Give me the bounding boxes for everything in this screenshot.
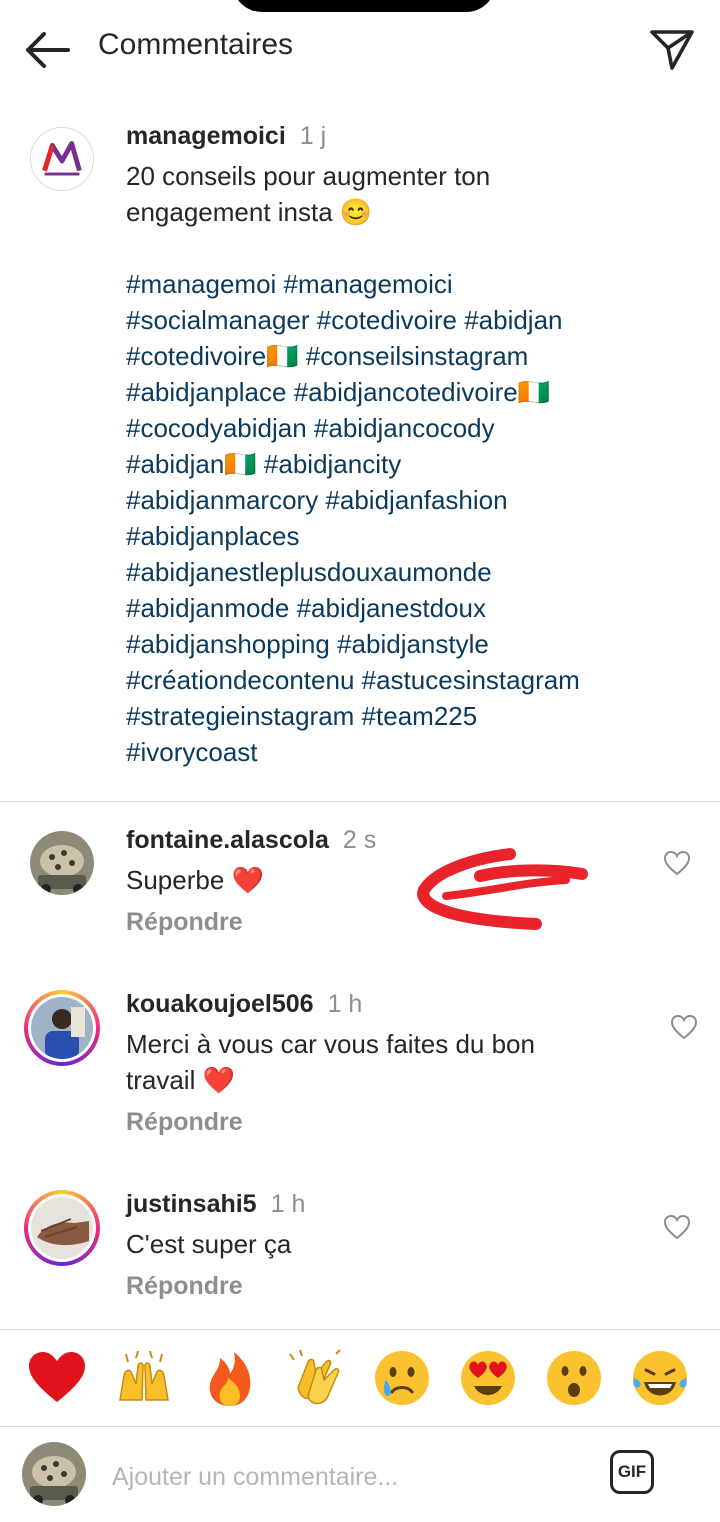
red-arrow-annotation [417,848,588,930]
hashtag-line[interactable]: #cocodyabidjan #abidjancocody [126,410,696,446]
gif-button[interactable]: GIF [610,1450,654,1494]
hashtag-list: #managemoi #managemoici #socialmanager #… [126,266,696,770]
hashtag-line[interactable]: #abidjanplace #abidjancotedivoire🇨🇮 [126,374,696,410]
post-text-line: 20 conseils pour augmenter ton [126,161,491,191]
hashtag-line[interactable]: #managemoi #managemoici [126,266,696,302]
hashtag-line[interactable]: #abidjanmode #abidjanestdoux [126,590,696,626]
heart-emoji[interactable] [27,1348,87,1408]
reply-button[interactable]: Répondre [126,1108,243,1137]
reply-button[interactable]: Répondre [126,908,243,937]
post-text-line: engagement insta 😊 [126,197,373,227]
hashtag-line[interactable]: #abidjanmarcory #abidjanfashion [126,482,696,518]
page-title: Commentaires [98,28,294,61]
comment-time: 2 s [342,826,377,854]
comment-text: C'est super ça [126,1229,292,1259]
clapping-hands-emoji[interactable] [286,1348,346,1408]
comment-text-line: Merci à vous car vous faites du bon [126,1029,535,1059]
top-bar: Commentaires [0,0,720,100]
comment-time: 1 h [270,1190,306,1218]
post-author-avatar[interactable] [30,127,94,191]
hashtag-line[interactable]: #créationdecontenu #astucesinstagram [126,662,696,698]
fire-emoji[interactable] [200,1348,260,1408]
raising-hands-emoji[interactable] [114,1348,174,1408]
managemoi-logo [31,128,93,190]
send-icon[interactable] [648,26,696,72]
comment-username[interactable]: justinsahi5 [126,1190,257,1218]
comment-item: fontaine.alascola 2 s Superbe ❤️ Répondre [0,826,720,956]
surprised-face-emoji[interactable] [544,1348,604,1408]
comment-composer: GIF [0,1426,720,1522]
like-heart-icon[interactable] [670,1014,698,1040]
hashtag-line[interactable]: #ivorycoast [126,734,696,770]
comment-username[interactable]: kouakoujoel506 [126,990,314,1018]
comment-header: kouakoujoel506 1 h [126,990,362,1019]
comment-input[interactable] [110,1456,594,1498]
comment-header: fontaine.alascola 2 s [126,826,376,855]
tears-of-joy-emoji[interactable] [630,1348,690,1408]
divider [0,801,720,802]
post-caption: managemoici 1 j 20 conseils pour augmente… [126,122,696,770]
back-arrow-icon[interactable] [22,30,72,70]
comment-time: 1 h [327,990,363,1018]
hashtag-line[interactable]: #abidjanestleplusdouxaumonde [126,554,696,590]
like-heart-icon[interactable] [663,850,691,876]
crying-face-emoji[interactable] [372,1348,432,1408]
post-header: managemoici 1 j [126,122,696,158]
hashtag-line[interactable]: #abidjan🇨🇮 #abidjancity [126,446,696,482]
comment-header: justinsahi5 1 h [126,1190,305,1219]
hashtag-line[interactable]: #abidjanplaces [126,518,696,554]
leopard-photo [22,1442,86,1506]
reply-button[interactable]: Répondre [126,1272,243,1301]
comment-text-line: travail ❤️ [126,1065,235,1095]
post-time: 1 j [299,122,327,150]
comment-username[interactable]: fontaine.alascola [126,826,329,854]
hashtag-line[interactable]: #abidjanshopping #abidjanstyle [126,626,696,662]
hashtag-line[interactable]: #socialmanager #cotedivoire #abidjan [126,302,696,338]
hashtag-line[interactable]: #strategieinstagram #team225 [126,698,696,734]
heart-eyes-emoji[interactable] [458,1348,518,1408]
post-username[interactable]: managemoici [126,122,286,150]
quick-reactions-bar [0,1330,720,1426]
comment-item: justinsahi5 1 h C'est super ça Répondre [0,1190,720,1310]
current-user-avatar [22,1442,86,1506]
like-heart-icon[interactable] [663,1214,691,1240]
hashtag-line[interactable]: #cotedivoire🇨🇮 #conseilsinstagram [126,338,696,374]
comment-item: kouakoujoel506 1 h Merci à vous car vous … [0,990,720,1150]
